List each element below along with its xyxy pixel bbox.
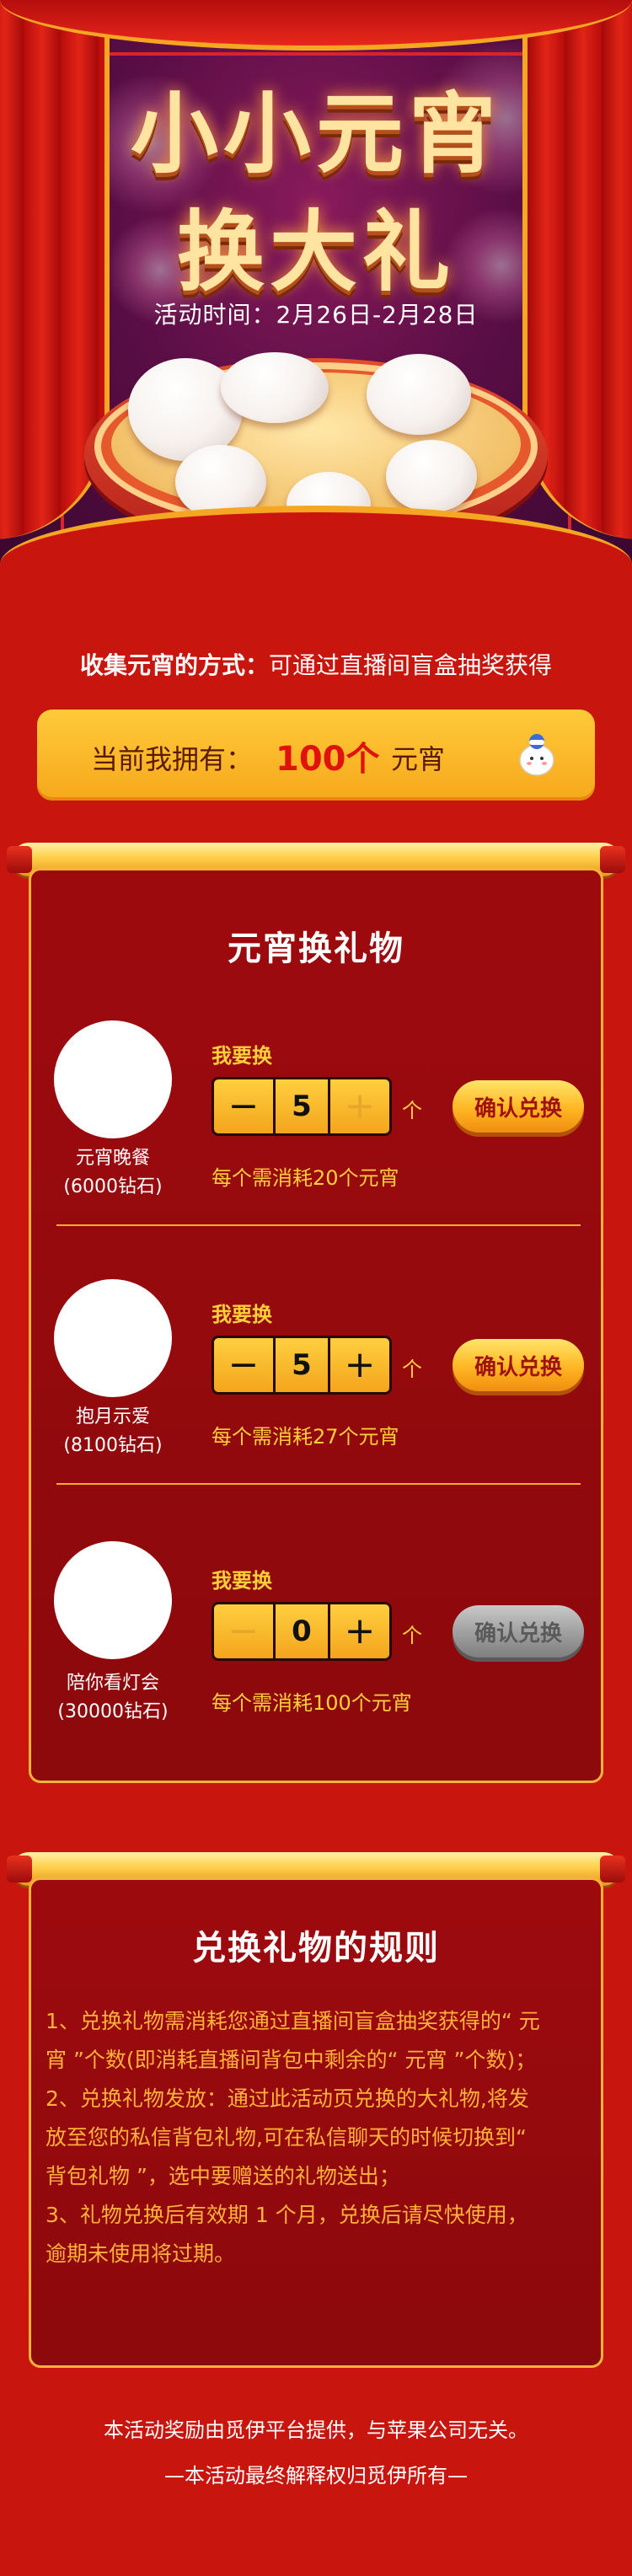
rule-item: 3、礼物兑换后有效期 1 个月，兑换后请尽快使用，逾期未使用将过期。 <box>46 2203 528 2266</box>
plus-button[interactable]: + <box>330 1079 389 1133</box>
confirm-exchange-button-disabled[interactable]: 确认兑换 <box>453 1605 584 1658</box>
quantity-stepper: − 5 + <box>212 1336 392 1395</box>
minus-button[interactable]: − <box>214 1079 273 1133</box>
rules-title: 兑换礼物的规则 <box>192 1928 440 1968</box>
unit-label: 个 <box>402 1099 422 1122</box>
gift-image <box>54 1279 172 1397</box>
cost-text: 每个需消耗20个元宵 <box>212 1166 399 1190</box>
minus-button[interactable]: − <box>214 1338 273 1392</box>
collect-text: 可通过直播间盲盒抽奖获得 <box>269 651 553 679</box>
tangyuan-ball-icon <box>221 352 329 423</box>
minus-button[interactable]: − <box>214 1604 273 1658</box>
owned-count-bar: 当前我拥有： 100个 元宵 <box>37 710 595 801</box>
plus-button[interactable]: + <box>330 1604 389 1658</box>
owned-label: 当前我拥有： <box>91 743 254 775</box>
gift-price: (8100钻石) <box>63 1435 163 1456</box>
quantity-value[interactable]: 5 <box>273 1338 330 1392</box>
want-label: 我要换 <box>212 1044 272 1068</box>
cost-text: 每个需消耗100个元宵 <box>212 1691 412 1715</box>
exchange-panel: 元宵换礼物 元宵晚餐 (6000钻石) 我要换 − 5 + 个 确认兑换 每个需… <box>29 868 603 1783</box>
collect-info: 收集元宵的方式：可通过直播间盲盒抽奖获得 <box>0 647 632 681</box>
gift-row: 元宵晚餐 (6000钻石) 我要换 − 5 + 个 确认兑换 每个需消耗20个元… <box>31 1018 606 1271</box>
gift-row: 抱月示爱 (8100钻石) 我要换 − 5 + 个 确认兑换 每个需消耗27个元… <box>31 1277 606 1529</box>
collect-label: 收集元宵的方式： <box>79 651 269 679</box>
tangyuan-ball-icon <box>367 354 471 435</box>
gift-price: (30000钻石) <box>57 1701 169 1722</box>
want-label: 我要换 <box>212 1569 272 1593</box>
scroll-cap-right <box>600 1856 625 1882</box>
footer-rights: —本活动最终解释权归觅伊所有— <box>164 2464 468 2488</box>
tangyuan-ball-icon <box>386 440 477 512</box>
divider <box>56 1483 581 1485</box>
owned-unit: 元宵 <box>391 743 446 775</box>
cost-text: 每个需消耗27个元宵 <box>212 1425 399 1449</box>
gift-price: (6000钻石) <box>63 1176 163 1197</box>
confirm-exchange-button[interactable]: 确认兑换 <box>453 1339 584 1391</box>
rule-item: 2、兑换礼物发放：通过此活动页兑换的大礼物,将发放至您的私信背包礼物,可在私信聊… <box>46 2086 529 2188</box>
gift-image <box>54 1020 172 1138</box>
divider <box>56 1224 581 1226</box>
gift-image <box>54 1541 172 1659</box>
confirm-exchange-button[interactable]: 确认兑换 <box>453 1080 584 1133</box>
scroll-cap-left <box>7 1856 32 1882</box>
want-label: 我要换 <box>212 1303 272 1326</box>
activity-date: 活动时间：2月26日-2月28日 <box>153 301 479 329</box>
gift-row: 陪你看灯会 (30000钻石) 我要换 − 0 + 个 确认兑换 每个需消耗10… <box>31 1541 606 1796</box>
footer-disclaimer: 本活动奖励由觅伊平台提供，与苹果公司无关。 <box>104 2418 528 2442</box>
gift-name: 元宵晚餐 <box>75 1148 150 1169</box>
rules-list: 1、兑换礼物需消耗您通过直播间盲盒抽奖获得的“ 元宵 ”个数(即消耗直播间背包中… <box>46 2002 548 2273</box>
exchange-title: 元宵换礼物 <box>228 929 404 968</box>
hero-banner: 小小元宵 换大礼 活动时间：2月26日-2月28日 <box>0 0 632 581</box>
gift-name: 陪你看灯会 <box>66 1673 159 1694</box>
scroll-cap-right <box>600 846 625 873</box>
owned-count: 100个 <box>276 740 380 779</box>
scroll-cap-left <box>7 846 32 873</box>
quantity-stepper: − 0 + <box>212 1602 392 1661</box>
gift-name: 抱月示爱 <box>75 1406 150 1427</box>
quantity-stepper: − 5 + <box>212 1077 392 1136</box>
tangyuan-mascot-icon <box>519 734 554 776</box>
hero-title-line1: 小小元宵 <box>130 83 501 185</box>
quantity-value[interactable]: 5 <box>273 1079 330 1133</box>
unit-label: 个 <box>402 1358 422 1381</box>
unit-label: 个 <box>402 1624 422 1647</box>
rule-item: 1、兑换礼物需消耗您通过直播间盲盒抽奖获得的“ 元宵 ”个数(即消耗直播间背包中… <box>46 2009 540 2072</box>
quantity-value[interactable]: 0 <box>273 1604 330 1658</box>
plus-button[interactable]: + <box>330 1338 389 1392</box>
hero-title-line2: 换大礼 <box>176 201 455 303</box>
